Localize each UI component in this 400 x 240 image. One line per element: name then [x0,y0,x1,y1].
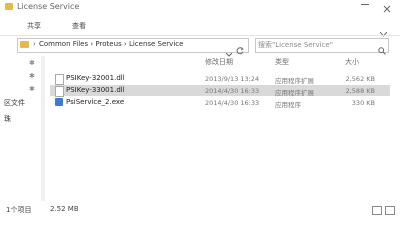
dll-file-icon [55,86,64,97]
sidebar-item-label[interactable]: 区文件 [4,98,25,108]
file-size: 2,562 KB [345,75,375,83]
sidebar-item-label[interactable]: 珠 [4,114,11,124]
breadcrumb-item-proteus[interactable]: Proteus [95,40,121,48]
status-selection: 1个项目 [6,206,32,214]
breadcrumb-item-common-files[interactable]: Common Files [39,40,88,48]
pin-icon[interactable]: ✱ [29,85,35,93]
column-header-type[interactable]: 类型 [275,57,289,67]
breadcrumb: › [33,40,36,48]
status-size: 2.52 MB [50,205,79,213]
breadcrumb-item-license-service[interactable]: License Service [129,40,184,48]
refresh-icon[interactable] [236,40,244,59]
file-date: 2014/4/30 16:33 [205,87,260,95]
file-name[interactable]: PsiService_2.exe [66,98,124,106]
breadcrumb-separator: › [123,40,127,48]
window-title: License Service [17,2,80,11]
file-name[interactable]: PSIKey-32001.dll [66,74,125,82]
file-date: 2014/4/30 16:33 [205,99,260,107]
dll-file-icon [55,74,64,85]
column-header-date[interactable]: 修改日期 [205,57,233,67]
folder-icon [20,41,29,48]
large-icons-view-icon[interactable] [385,206,395,215]
window-icon [5,3,13,10]
scrollbar[interactable] [41,56,45,201]
file-date: 2013/9/13 13:24 [205,75,260,83]
column-header-size[interactable]: 大小 [345,57,359,67]
file-size: 2,588 KB [345,87,375,95]
file-name[interactable]: PSIKey-33001.dll [66,86,125,94]
file-type: 应用程序 [275,101,301,109]
tab-share[interactable]: 共享 [27,21,41,31]
search-icon[interactable] [378,40,386,59]
tab-view[interactable]: 查看 [72,21,86,31]
breadcrumb-separator: › [90,40,94,48]
ribbon-divider [0,35,400,36]
pin-icon[interactable]: ✱ [29,59,35,67]
breadcrumb-path[interactable]: Common Files › Proteus › License Service [39,40,183,48]
details-view-icon[interactable] [372,206,382,215]
close-icon[interactable] [381,0,393,13]
pin-icon[interactable]: ✱ [29,72,35,80]
file-size: 330 KB [351,99,375,107]
exe-file-icon [55,98,63,106]
minimize-icon[interactable] [361,4,369,5]
file-type: 应用程序扩展 [275,77,314,85]
ribbon [0,14,400,36]
search-placeholder: 搜索"License Service" [258,41,333,49]
file-type: 应用程序扩展 [275,89,314,97]
